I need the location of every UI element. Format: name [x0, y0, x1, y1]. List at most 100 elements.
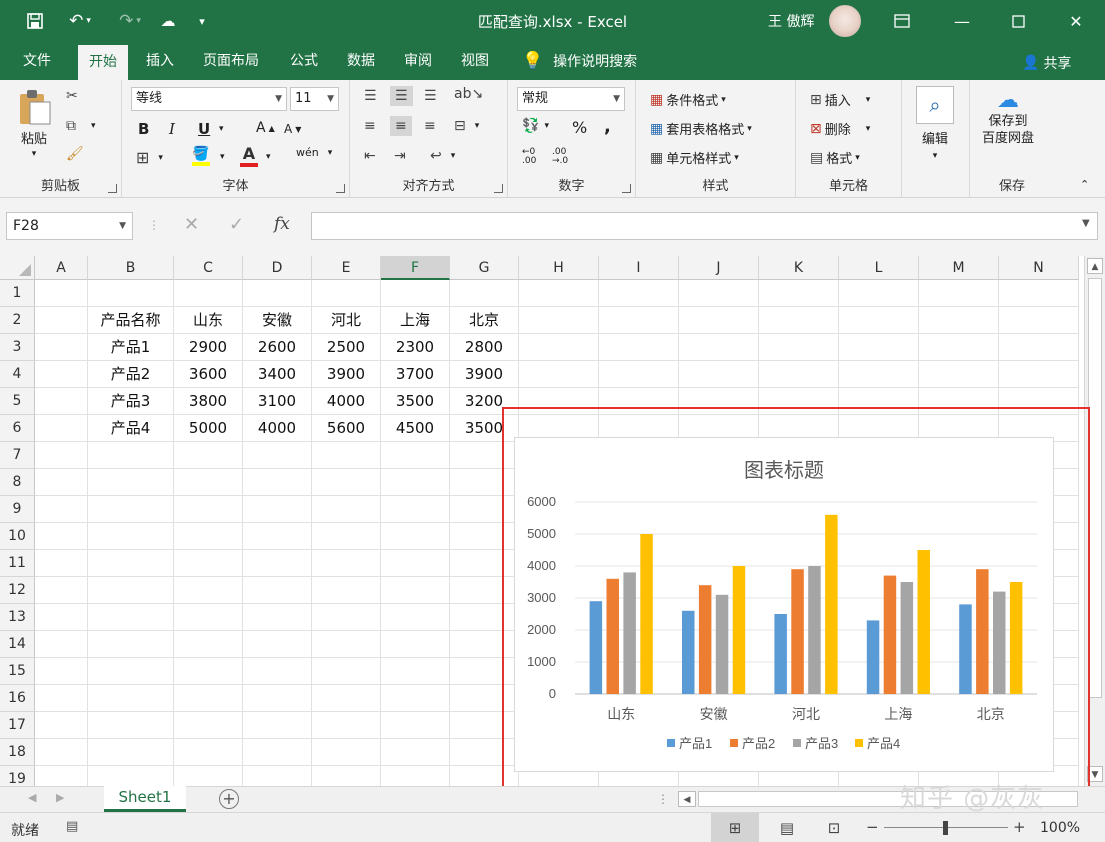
cell[interactable] [88, 280, 174, 307]
cell[interactable]: 产品1 [88, 334, 174, 361]
cell[interactable] [35, 631, 88, 658]
cell[interactable]: 3400 [243, 361, 312, 388]
cell[interactable] [35, 766, 88, 786]
cell[interactable] [35, 280, 88, 307]
insert-function-icon[interactable]: fx [274, 214, 290, 234]
cell[interactable] [450, 604, 519, 631]
tab-file[interactable]: 文件 [12, 42, 62, 80]
cell[interactable] [35, 685, 88, 712]
cancel-icon[interactable]: ✕ [184, 214, 199, 235]
cell[interactable] [35, 712, 88, 739]
cell[interactable] [88, 712, 174, 739]
bar[interactable] [993, 591, 1006, 694]
increase-decimal-button[interactable]: ←0.00 [522, 148, 536, 166]
cell[interactable] [174, 496, 243, 523]
split-handle-icon[interactable]: ⋮ [657, 792, 669, 806]
dialog-launcher-icon[interactable] [336, 184, 345, 193]
cell[interactable]: 4000 [312, 388, 381, 415]
cell[interactable] [35, 415, 88, 442]
bar[interactable] [640, 534, 653, 694]
cell[interactable] [450, 442, 519, 469]
bar[interactable] [589, 601, 603, 694]
cell[interactable] [174, 577, 243, 604]
cell[interactable] [88, 469, 174, 496]
cell[interactable] [243, 469, 312, 496]
cell[interactable]: 产品3 [88, 388, 174, 415]
cell[interactable] [35, 604, 88, 631]
tell-me-search[interactable]: 💡 操作说明搜索 [522, 51, 637, 71]
bar[interactable] [900, 582, 914, 694]
row-header-10[interactable]: 10 [0, 523, 35, 550]
percent-button[interactable]: % [572, 118, 587, 137]
font-name-select[interactable]: 等线 ▼ [131, 87, 287, 111]
cell[interactable] [679, 307, 759, 334]
cell[interactable] [174, 523, 243, 550]
legend-label[interactable]: 产品1 [679, 736, 712, 751]
cell[interactable] [243, 496, 312, 523]
cell[interactable] [312, 739, 381, 766]
cell[interactable] [174, 766, 243, 786]
cell[interactable] [88, 685, 174, 712]
cell[interactable] [679, 334, 759, 361]
cell[interactable] [88, 631, 174, 658]
cell[interactable] [35, 442, 88, 469]
zoom-in-icon[interactable]: + [1013, 818, 1026, 836]
bar[interactable] [732, 566, 746, 694]
cell[interactable] [450, 280, 519, 307]
cell[interactable] [381, 604, 450, 631]
bar[interactable] [959, 604, 972, 694]
cell[interactable] [450, 712, 519, 739]
cell[interactable] [312, 685, 381, 712]
cell[interactable] [174, 442, 243, 469]
column-header-b[interactable]: B [88, 256, 174, 280]
decrease-font-icon[interactable]: A ▼ [284, 122, 301, 136]
cell[interactable] [519, 307, 599, 334]
column-header-j[interactable]: J [679, 256, 759, 280]
cell[interactable] [381, 739, 450, 766]
bar[interactable] [866, 620, 880, 694]
cell[interactable] [312, 604, 381, 631]
cell[interactable] [312, 469, 381, 496]
cell[interactable] [919, 307, 999, 334]
column-header-k[interactable]: K [759, 256, 839, 280]
tab-data[interactable]: 数据 [336, 42, 386, 80]
cell[interactable] [381, 442, 450, 469]
cell[interactable] [381, 577, 450, 604]
cell[interactable] [381, 658, 450, 685]
cell[interactable] [919, 361, 999, 388]
cell[interactable] [174, 604, 243, 631]
cell[interactable] [35, 577, 88, 604]
underline-button[interactable]: U [198, 120, 210, 138]
column-header-e[interactable]: E [312, 256, 381, 280]
cell[interactable] [35, 739, 88, 766]
cell[interactable] [519, 280, 599, 307]
zoom-out-icon[interactable]: − [866, 818, 879, 836]
cell[interactable] [174, 712, 243, 739]
cell[interactable]: 4000 [243, 415, 312, 442]
cell[interactable] [312, 496, 381, 523]
row-header-18[interactable]: 18 [0, 739, 35, 766]
save-to-baidu-button[interactable]: ☁ 保存到 百度网盘 [982, 90, 1034, 147]
column-header-d[interactable]: D [243, 256, 312, 280]
cell[interactable] [450, 577, 519, 604]
page-layout-view-icon[interactable]: ▤ [775, 813, 799, 842]
cell[interactable] [381, 469, 450, 496]
cell[interactable]: 3800 [174, 388, 243, 415]
cell[interactable] [35, 469, 88, 496]
column-header-l[interactable]: L [839, 256, 919, 280]
editing-button[interactable]: ⌕ 编辑 ▾ [916, 86, 954, 161]
cell[interactable] [919, 334, 999, 361]
minimize-icon[interactable]: — [942, 6, 982, 36]
column-header-h[interactable]: H [519, 256, 599, 280]
cell[interactable] [88, 604, 174, 631]
cell[interactable] [243, 685, 312, 712]
zoom-level[interactable]: 100% [1040, 820, 1080, 836]
legend-label[interactable]: 产品2 [742, 736, 775, 751]
cell[interactable] [381, 280, 450, 307]
cell[interactable] [88, 523, 174, 550]
cell-styles-button[interactable]: ▦ 单元格样式 ▾ [650, 148, 739, 168]
zoom-slider-thumb[interactable] [943, 821, 948, 835]
tab-view[interactable]: 视图 [450, 42, 500, 80]
paste-button[interactable]: 粘贴 ▾ [16, 88, 52, 159]
bar[interactable] [623, 572, 636, 694]
